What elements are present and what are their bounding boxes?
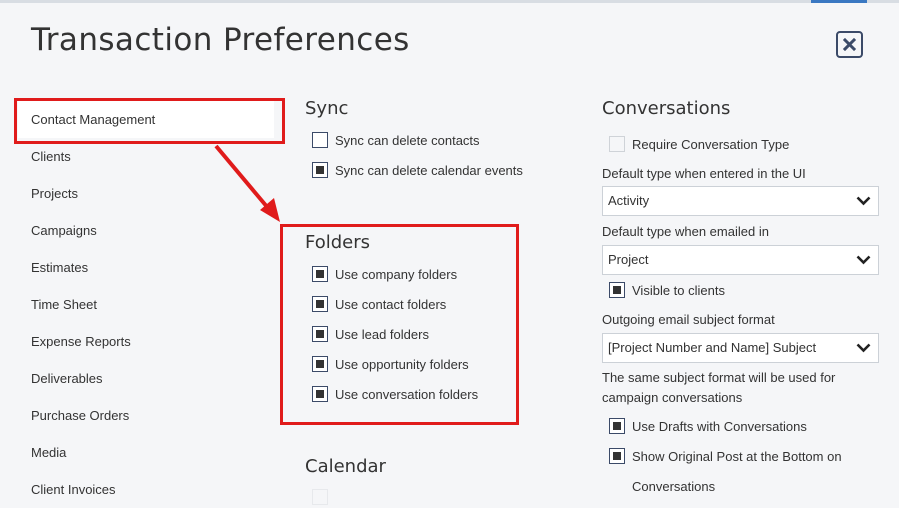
require-conversation-type-label: Require Conversation Type [632,136,790,152]
sidebar-item-client-invoices[interactable]: Client Invoices [18,471,274,508]
default-type-ui-value: Activity [608,193,650,208]
require-conversation-type-option[interactable]: Require Conversation Type [609,136,789,152]
contact-folders-option[interactable]: Use contact folders [312,296,446,312]
subject-format-label: Outgoing email subject format [602,312,775,327]
visible-to-clients-option[interactable]: Visible to clients [609,282,725,298]
subject-format-note: The same subject format will be used for… [602,370,836,405]
show-original-post-option[interactable]: Show Original Post at the Bottom on [609,448,842,464]
use-drafts-checkbox[interactable] [609,418,625,434]
close-icon [843,38,856,51]
lead-folders-checkbox[interactable] [312,326,328,342]
top-accent [811,0,867,3]
sync-delete-events-option[interactable]: Sync can delete calendar events [312,162,523,178]
opportunity-folders-checkbox[interactable] [312,356,328,372]
sidebar-item-expense-reports[interactable]: Expense Reports [18,323,274,360]
company-folders-option[interactable]: Use company folders [312,266,457,282]
sync-delete-events-checkbox[interactable] [312,162,328,178]
opportunity-folders-option[interactable]: Use opportunity folders [312,356,469,372]
sync-delete-contacts-checkbox[interactable] [312,132,328,148]
calendar-option-partial[interactable] [312,489,335,505]
sidebar-item-time-sheet[interactable]: Time Sheet [18,286,274,323]
top-strip [0,0,899,3]
lead-folders-label: Use lead folders [335,326,429,342]
folders-title: Folders [305,232,371,253]
contact-folders-checkbox[interactable] [312,296,328,312]
chevron-down-icon [856,255,871,265]
sidebar-item-estimates[interactable]: Estimates [18,249,274,286]
sidebar-item-purchase-orders[interactable]: Purchase Orders [18,397,274,434]
sync-delete-contacts-option[interactable]: Sync can delete contacts [312,132,480,148]
chevron-down-icon [856,196,871,206]
subject-format-select[interactable]: [Project Number and Name] Subject [602,333,879,363]
default-type-email-value: Project [608,252,649,267]
sidebar-item-contact-management[interactable]: Contact Management [18,101,274,138]
sync-title: Sync [305,98,349,119]
lead-folders-option[interactable]: Use lead folders [312,326,429,342]
sync-delete-events-label: Sync can delete calendar events [335,162,523,178]
default-type-ui-select[interactable]: Activity [602,186,879,216]
require-conversation-type-checkbox[interactable] [609,136,625,152]
use-drafts-label: Use Drafts with Conversations [632,418,807,434]
chevron-down-icon [856,343,871,353]
company-folders-checkbox[interactable] [312,266,328,282]
sidebar-item-deliverables[interactable]: Deliverables [18,360,274,397]
close-button[interactable] [836,31,863,58]
subject-format-value: [Project Number and Name] Subject [608,340,817,355]
calendar-title: Calendar [305,456,386,477]
show-original-post-label: Show Original Post at the Bottom on [632,448,842,464]
conversation-folders-checkbox[interactable] [312,386,328,402]
conversations-title: Conversations [602,98,731,119]
sync-delete-contacts-label: Sync can delete contacts [335,132,480,148]
annotation-arrow [214,144,280,222]
visible-to-clients-checkbox[interactable] [609,282,625,298]
conversation-folders-option[interactable]: Use conversation folders [312,386,478,402]
default-type-email-select[interactable]: Project [602,245,879,275]
conversation-folders-label: Use conversation folders [335,386,479,402]
opportunity-folders-label: Use opportunity folders [335,356,469,372]
sidebar-item-media[interactable]: Media [18,434,274,471]
show-original-post-checkbox[interactable] [609,448,625,464]
show-original-post-label-continued: Conversations [632,479,716,494]
dialog-title: Transaction Preferences [31,22,410,58]
use-drafts-option[interactable]: Use Drafts with Conversations [609,418,807,434]
contact-folders-label: Use contact folders [335,296,447,312]
visible-to-clients-label: Visible to clients [632,282,725,298]
calendar-option-checkbox[interactable] [312,489,328,505]
company-folders-label: Use company folders [335,266,458,282]
default-type-email-label: Default type when emailed in [602,224,769,239]
default-type-ui-label: Default type when entered in the UI [602,166,806,181]
